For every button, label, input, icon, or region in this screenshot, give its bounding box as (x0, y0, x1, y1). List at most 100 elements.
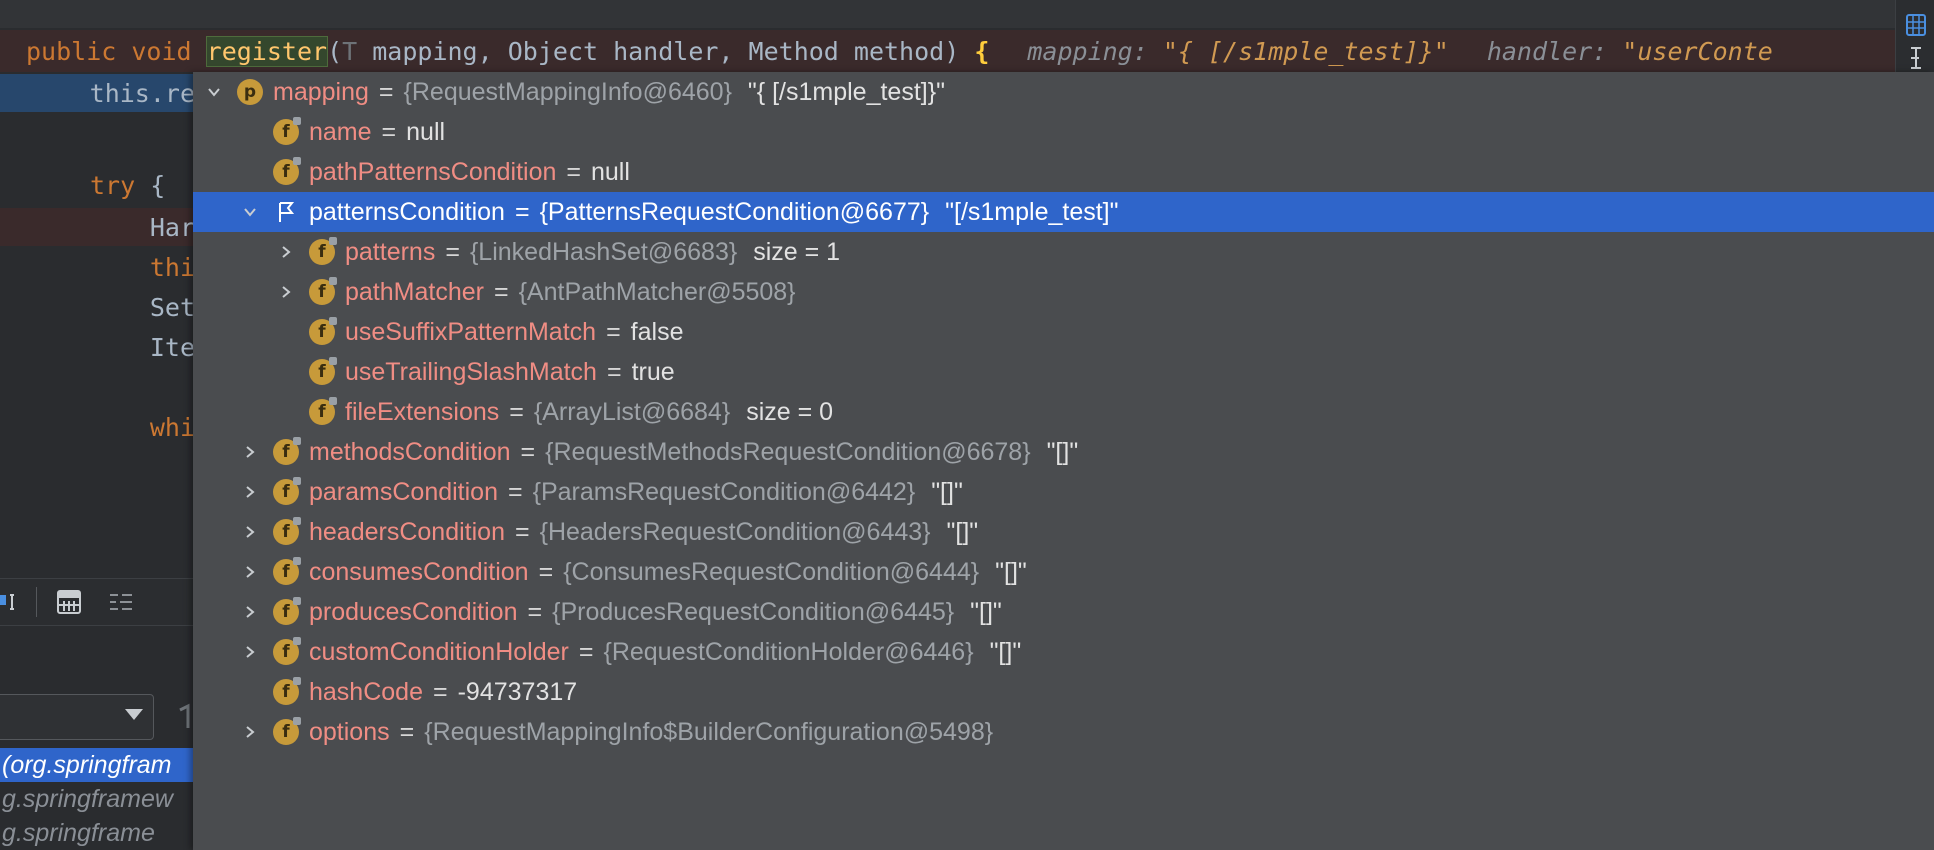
variable-name: consumesCondition (309, 557, 529, 586)
variable-type: {RequestConditionHolder@6446} (603, 637, 974, 666)
inline-hint-handler-value: "userConte (1622, 36, 1773, 66)
thread-selector[interactable] (0, 694, 154, 740)
frame-item[interactable]: g.springframew (0, 782, 195, 816)
equals-sign: = (606, 357, 622, 386)
inline-hint-mapping-label: mapping: (1027, 36, 1163, 66)
variable-name: options (309, 717, 390, 746)
variable-type: {RequestMappingInfo@6460} (403, 77, 732, 106)
debug-toolbar (0, 578, 195, 626)
code-lines[interactable]: this.re try { Har thi Set Ite whi (0, 74, 195, 574)
code-text: Ite (149, 332, 195, 362)
database-icon[interactable] (1906, 14, 1926, 36)
filter-icon[interactable] (178, 702, 192, 732)
variable-row[interactable]: f pathPatternsCondition = null (193, 152, 1934, 192)
variable-row-selected[interactable]: patternsCondition = {PatternsRequestCondit… (193, 192, 1934, 232)
variable-row[interactable]: f methodsCondition = {RequestMethodsRequest… (193, 432, 1934, 472)
code-text: whi (149, 412, 195, 442)
cursor-icon[interactable] (0, 589, 20, 615)
variable-row[interactable]: f options = {RequestMappingInfo$BuilderConf… (193, 712, 1934, 752)
variable-type: {HeadersRequestCondition@6443} (539, 517, 931, 546)
chevron-down-icon (125, 709, 143, 720)
variable-value: "[]" (1046, 437, 1079, 466)
equals-sign: = (520, 437, 536, 466)
chevron-right-icon[interactable] (237, 639, 263, 665)
code-line-highlighted[interactable]: this.re (0, 74, 195, 112)
variable-type: {RequestMethodsRequestCondition@6678} (545, 437, 1031, 466)
variable-row[interactable]: f consumesCondition = {ConsumesRequestCondi… (193, 552, 1934, 592)
chevron-right-icon[interactable] (273, 279, 299, 305)
variable-row[interactable]: f fileExtensions = {ArrayList@6684} size = 0 (193, 392, 1934, 432)
code-line[interactable]: try { (0, 166, 195, 204)
inline-hint-handler-label: handler: (1486, 36, 1623, 66)
chevron-down-icon[interactable] (201, 79, 227, 105)
variable-value: -94737317 (457, 677, 578, 706)
variable-value: "{ [/s1mple_test]}" (747, 77, 945, 106)
variable-name: name (309, 117, 372, 146)
settings-list-icon[interactable] (108, 589, 134, 615)
equals-sign: = (606, 317, 621, 346)
variable-row[interactable]: f producesCondition = {ProducesRequestCondi… (193, 592, 1934, 632)
frames-list[interactable]: (org.springfram g.springframew g.springf… (0, 748, 195, 850)
variable-row[interactable]: f headersCondition = {HeadersRequestConditi… (193, 512, 1934, 552)
chevron-right-icon[interactable] (237, 439, 263, 465)
method-signature-line[interactable]: public void register ( T mapping, Object… (0, 30, 1895, 72)
equals-sign: = (538, 557, 554, 586)
variable-row[interactable]: f hashCode = -94737317 (193, 672, 1934, 712)
code-line[interactable]: Set (0, 288, 195, 326)
variable-type: {ParamsRequestCondition@6442} (532, 477, 916, 506)
variable-name: fileExtensions (345, 397, 500, 426)
chevron-right-icon[interactable] (237, 599, 263, 625)
field-icon: f (273, 557, 301, 585)
variable-row[interactable]: f customConditionHolder = {RequestCondition… (193, 632, 1934, 672)
variable-value: null (591, 157, 630, 186)
variable-value: "[]" (970, 597, 1002, 626)
chevron-right-icon[interactable] (237, 559, 263, 585)
open-paren: ( (327, 36, 343, 66)
code-text: thi (149, 252, 195, 282)
variable-row[interactable]: f useSuffixPatternMatch = false (193, 312, 1934, 352)
keyword-try: try (90, 170, 136, 200)
variable-name: patternsCondition (309, 197, 505, 226)
code-text: Set (149, 292, 195, 322)
field-icon: f (309, 277, 337, 305)
method-name[interactable]: register (205, 35, 329, 67)
variable-type: {AntPathMatcher@5508} (518, 277, 796, 306)
calculator-icon[interactable] (56, 589, 82, 615)
variable-value: "[]" (995, 557, 1027, 586)
code-line[interactable]: thi (0, 248, 195, 286)
equals-sign: = (445, 237, 460, 266)
code-line-breakpoint[interactable]: Har (0, 208, 195, 246)
variable-name: customConditionHolder (309, 637, 569, 666)
field-icon: f (309, 357, 337, 385)
flag-icon (273, 199, 299, 225)
variable-row[interactable]: f patterns = {LinkedHashSet@6683} size = 1 (193, 232, 1934, 272)
variable-name: paramsCondition (309, 477, 498, 506)
equals-sign: = (527, 597, 543, 626)
right-tool-strip (1895, 0, 1934, 80)
variable-row[interactable]: p mapping = {RequestMappingInfo@6460} "{ [/s… (193, 72, 1934, 112)
code-text: Har (149, 212, 195, 242)
frame-item[interactable]: g.springframe (0, 816, 195, 850)
code-line[interactable]: whi (0, 408, 195, 446)
equals-sign: = (508, 477, 523, 506)
variable-value: "[]" (931, 477, 963, 506)
variable-name: methodsCondition (309, 437, 511, 466)
side-panel-icon[interactable] (1908, 44, 1924, 72)
chevron-right-icon[interactable] (273, 239, 299, 265)
variable-value: size = 1 (753, 237, 841, 266)
variable-type: {PatternsRequestCondition@6677} (539, 197, 930, 226)
chevron-down-icon[interactable] (237, 199, 263, 225)
variable-type: {RequestMappingInfo$BuilderConfiguration… (424, 717, 994, 746)
equals-sign: = (566, 157, 581, 186)
debugger-variables-popup[interactable]: p mapping = {RequestMappingInfo@6460} "{ [/s… (193, 72, 1934, 850)
variable-type: {ConsumesRequestCondition@6444} (563, 557, 980, 586)
variable-row[interactable]: f useTrailingSlashMatch = true (193, 352, 1934, 392)
code-line[interactable]: Ite (0, 328, 195, 366)
chevron-right-icon[interactable] (237, 479, 263, 505)
variable-row[interactable]: f pathMatcher = {AntPathMatcher@5508} (193, 272, 1934, 312)
chevron-right-icon[interactable] (237, 719, 263, 745)
variable-row[interactable]: f name = null (193, 112, 1934, 152)
chevron-right-icon[interactable] (237, 519, 263, 545)
frame-item-selected[interactable]: (org.springfram (0, 748, 195, 782)
variable-row[interactable]: f paramsCondition = {ParamsRequestCondition… (193, 472, 1934, 512)
